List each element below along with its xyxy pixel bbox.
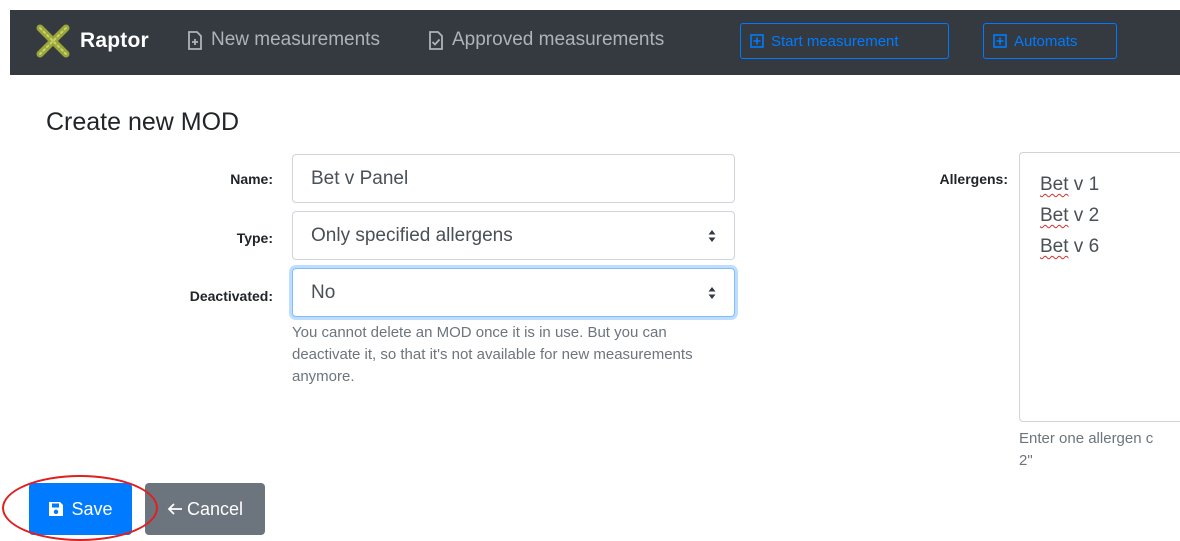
nav-approved-measurements[interactable]: Approved measurements xyxy=(428,29,664,51)
name-input[interactable]: Bet v Panel xyxy=(292,154,735,203)
file-check-icon xyxy=(429,30,443,50)
select-sort-icon xyxy=(708,229,716,242)
allergen-word: Bet xyxy=(1040,236,1069,257)
brand-name[interactable]: Raptor xyxy=(80,29,149,53)
deactivated-help-text: You cannot delete an MOD once it is in u… xyxy=(292,324,693,385)
arrow-left-icon xyxy=(167,503,182,515)
allergen-rest: v 2 xyxy=(1068,205,1100,226)
allergen-line: Bet v 6 xyxy=(1040,231,1178,262)
page-title: Create new MOD xyxy=(46,108,240,136)
allergens-help-text: Enter one allergen c 2" xyxy=(1019,428,1180,472)
floppy-disk-icon xyxy=(49,502,64,516)
deactivated-select[interactable]: No xyxy=(292,268,735,317)
plus-square-icon xyxy=(993,34,1007,48)
raptor-logo-icon[interactable] xyxy=(36,24,70,58)
allergens-help-line: Enter one allergen c xyxy=(1019,430,1154,447)
save-button[interactable]: Save xyxy=(29,483,132,535)
allergen-word: Bet xyxy=(1040,174,1069,195)
automats-label: Automats xyxy=(1014,32,1078,50)
allergen-rest: v 1 xyxy=(1068,174,1100,195)
nav-approved-measurements-label: Approved measurements xyxy=(452,29,665,50)
save-button-label: Save xyxy=(71,498,113,519)
file-plus-icon xyxy=(188,30,202,50)
start-measurement-label: Start measurement xyxy=(771,32,899,50)
select-sort-icon xyxy=(708,286,716,299)
cancel-button[interactable]: Cancel xyxy=(145,483,265,535)
plus-square-icon xyxy=(750,34,764,48)
type-select-value: Only specified allergens xyxy=(311,224,513,246)
allergen-line: Bet v 1 xyxy=(1040,169,1178,200)
allergens-label: Allergens: xyxy=(939,171,1008,187)
deactivated-select-value: No xyxy=(311,281,336,303)
nav-new-measurements[interactable]: New measurements xyxy=(187,29,380,51)
allergen-word: Bet xyxy=(1040,205,1069,226)
name-input-value: Bet v Panel xyxy=(311,167,409,189)
deactivated-label: Deactivated: xyxy=(189,288,273,304)
allergen-line: Bet v 2 xyxy=(1040,200,1178,231)
allergen-rest: v 6 xyxy=(1068,236,1100,257)
cancel-button-label: Cancel xyxy=(186,498,244,519)
nav-new-measurements-label: New measurements xyxy=(211,29,380,50)
automats-button[interactable]: Automats xyxy=(983,23,1117,59)
type-select[interactable]: Only specified allergens xyxy=(292,211,735,260)
type-label: Type: xyxy=(236,230,273,246)
start-measurement-button[interactable]: Start measurement xyxy=(740,23,949,59)
name-label: Name: xyxy=(230,171,273,187)
top-navbar: Raptor New measurements Approved measure… xyxy=(10,10,1180,75)
allergens-help-line: 2" xyxy=(1019,452,1033,469)
allergens-textarea[interactable]: Bet v 1 Bet v 2 Bet v 6 xyxy=(1019,152,1180,422)
